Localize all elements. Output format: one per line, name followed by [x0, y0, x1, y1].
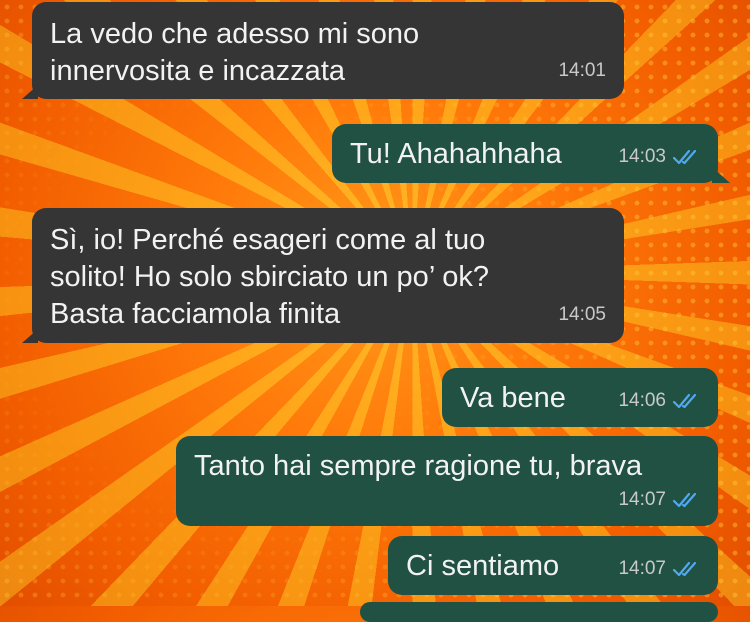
message-bubble-incoming[interactable]: La vedo che adesso mi sono innervosita e… — [22, 2, 624, 99]
message-meta: 14:07 — [618, 550, 702, 587]
message-time: 14:06 — [618, 390, 666, 411]
message-text-line: Sì, io! Perché esageri come al tuo — [50, 224, 486, 256]
message-meta: 14:01 — [558, 52, 606, 89]
message-bubble-outgoing[interactable]: Ci sentiamo 14:07 — [388, 536, 718, 595]
message-time: 14:01 — [558, 60, 606, 81]
message-meta: 14:06 — [618, 382, 702, 419]
message-bubble-outgoing[interactable]: Tu! Ahahahhaha 14:03 — [332, 124, 730, 183]
message-text-line: Tu! Ahahahhaha — [350, 138, 562, 170]
message-meta: 14:05 — [558, 296, 606, 333]
message-bubble-outgoing[interactable]: Va bene 14:06 — [442, 368, 718, 427]
message-time: 14:07 — [618, 558, 666, 579]
double-check-icon — [672, 393, 697, 408]
double-check-icon — [672, 149, 697, 164]
message-text-line: La vedo che adesso mi sono — [50, 18, 420, 50]
message-text-line: Basta facciamola finita — [50, 298, 341, 330]
double-check-icon — [672, 492, 697, 507]
message-meta: 14:03 — [618, 138, 702, 175]
double-check-icon — [672, 561, 697, 576]
message-text-line: Tanto hai sempre ragione tu, brava — [194, 450, 643, 482]
message-bubble-outgoing-partial[interactable] — [360, 602, 718, 622]
message-time: 14:05 — [558, 304, 606, 325]
chat-thread: La vedo che adesso mi sono innervosita e… — [0, 0, 750, 622]
message-time: 14:03 — [618, 146, 666, 167]
message-text-line: Va bene — [460, 382, 566, 414]
message-meta: 14:07 — [618, 481, 702, 518]
message-text-line: innervosita e incazzata — [50, 55, 345, 87]
message-text-line: solito! Ho solo sbirciato un po’ ok? — [50, 261, 489, 293]
message-bubble-incoming[interactable]: Sì, io! Perché esageri come al tuo solit… — [22, 208, 624, 343]
message-bubble-outgoing[interactable]: Tanto hai sempre ragione tu, brava 14:07 — [176, 436, 718, 526]
message-time: 14:07 — [618, 489, 666, 510]
message-text-line: Ci sentiamo — [406, 550, 560, 582]
